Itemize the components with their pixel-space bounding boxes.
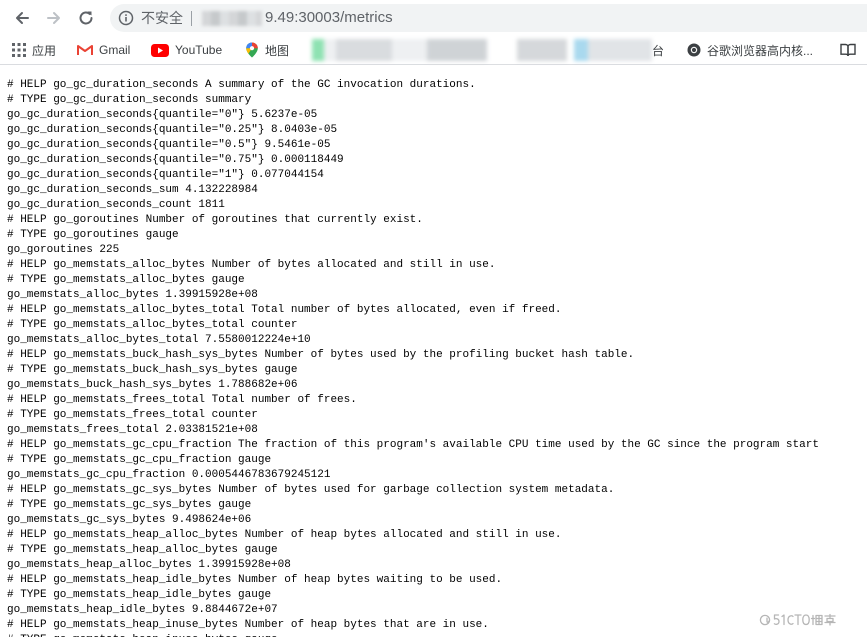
bookmark-chrome-kernel[interactable]: 谷歌浏览器高内核... — [687, 41, 813, 59]
metric-value-line: go_memstats_buck_hash_sys_bytes 1.788682… — [7, 379, 298, 391]
back-arrow-icon — [16, 12, 29, 24]
reload-button[interactable] — [74, 6, 98, 30]
metric-value-line: go_gc_duration_seconds{quantile="0.75"} … — [7, 154, 344, 166]
bookmark-label: Gmail — [99, 43, 131, 57]
metric-comment-line: # TYPE go_memstats_frees_total counter — [7, 409, 258, 421]
metric-comment-line: # TYPE go_memstats_heap_alloc_bytes gaug… — [7, 544, 278, 556]
metric-comment-line: # HELP go_memstats_alloc_bytes_total Tot… — [7, 304, 562, 316]
metric-comment-line: # HELP go_memstats_gc_cpu_fraction The f… — [7, 439, 819, 451]
maps-icon — [245, 42, 259, 58]
metric-value-line: go_memstats_heap_alloc_bytes 1.39915928e… — [7, 559, 291, 571]
chrome-icon — [687, 43, 701, 57]
bookmark-youtube[interactable]: YouTube — [151, 41, 222, 59]
metric-value-line: go_gc_duration_seconds_count 1811 — [7, 199, 225, 211]
metric-comment-line: # HELP go_memstats_alloc_bytes Number of… — [7, 259, 496, 271]
bookmark-partial[interactable]: 台 — [652, 41, 664, 59]
metric-value-line: go_memstats_alloc_bytes 1.39915928e+08 — [7, 289, 258, 301]
metric-value-line: go_goroutines 225 — [7, 244, 120, 256]
metric-comment-line: # HELP go_memstats_heap_inuse_bytes Numb… — [7, 619, 489, 631]
metric-comment-line: # TYPE go_gc_duration_seconds summary — [7, 94, 252, 106]
metric-comment-line: # HELP go_memstats_heap_idle_bytes Numbe… — [7, 574, 503, 586]
reading-list-button[interactable] — [840, 41, 862, 59]
youtube-icon — [151, 43, 169, 57]
metric-comment-line: # TYPE go_memstats_buck_hash_sys_bytes g… — [7, 364, 298, 376]
insecure-label[interactable]: 不安全 — [141, 9, 183, 27]
metric-value-line: go_gc_duration_seconds{quantile="1"} 0.0… — [7, 169, 324, 181]
metric-value-line: go_gc_duration_seconds_sum 4.132228984 — [7, 184, 258, 196]
metric-value-line: go_memstats_heap_idle_bytes 9.8844672e+0… — [7, 604, 278, 616]
metric-value-line: go_memstats_gc_sys_bytes 9.498624e+06 — [7, 514, 252, 526]
bookmark-apps[interactable]: 应用 — [12, 41, 56, 59]
metric-comment-line: # HELP go_memstats_gc_sys_bytes Number o… — [7, 484, 615, 496]
apps-grid-icon — [12, 43, 26, 57]
bookmark-label: 地图 — [265, 43, 290, 58]
bookmarks-bar: 应用 Gmail YouTube 地图 台 谷歌浏览器高内核... — [0, 36, 867, 65]
bookmark-maps[interactable]: 地图 — [245, 41, 289, 59]
redacted-bookmarks — [312, 39, 652, 61]
page-content: # HELP go_gc_duration_seconds A summary … — [0, 65, 867, 637]
metric-value-line: go_memstats_frees_total 2.03381521e+08 — [7, 424, 258, 436]
bookmark-label: YouTube — [175, 43, 223, 57]
url-redacted — [202, 11, 262, 26]
metric-comment-line: # TYPE go_memstats_alloc_bytes_total cou… — [7, 319, 298, 331]
forward-button[interactable] — [42, 6, 66, 30]
address-bar[interactable]: 不安全 9.49:30003/metrics — [110, 4, 867, 32]
bookmark-label: 谷歌浏览器高内核... — [707, 43, 814, 58]
bookmark-label: 台 — [652, 43, 665, 58]
metric-comment-line: # TYPE go_memstats_heap_idle_bytes gauge — [7, 589, 272, 601]
gmail-icon — [77, 44, 93, 56]
back-button[interactable] — [10, 6, 34, 30]
metric-value-line: go_gc_duration_seconds{quantile="0.25"} … — [7, 124, 338, 136]
bookmark-label: 应用 — [32, 43, 57, 58]
browser-toolbar: 不安全 9.49:30003/metrics — [0, 0, 867, 36]
watermark — [759, 611, 859, 629]
metric-comment-line: # TYPE go_memstats_alloc_bytes gauge — [7, 274, 245, 286]
metric-comment-line: # HELP go_memstats_buck_hash_sys_bytes N… — [7, 349, 635, 361]
info-icon[interactable] — [118, 10, 134, 31]
metric-comment-line: # TYPE go_memstats_heap_inuse_bytes gaug… — [7, 633, 867, 637]
metric-comment-line: # HELP go_memstats_heap_alloc_bytes Numb… — [7, 529, 562, 541]
omnibox-separator — [191, 11, 192, 26]
book-icon — [840, 43, 856, 57]
metric-value-line: go_memstats_gc_cpu_fraction 0.0005446783… — [7, 469, 331, 481]
metric-comment-line: # HELP go_gc_duration_seconds A summary … — [7, 79, 476, 91]
url-text[interactable]: 9.49:30003/metrics — [265, 9, 393, 27]
metric-comment-line: # HELP go_goroutines Number of goroutine… — [7, 214, 423, 226]
metric-value-line: go_gc_duration_seconds{quantile="0.5"} 9… — [7, 139, 331, 151]
metric-comment-line: # TYPE go_memstats_gc_sys_bytes gauge — [7, 499, 252, 511]
metrics-text: # HELP go_gc_duration_seconds A summary … — [0, 65, 867, 637]
watermark-51cto — [759, 613, 836, 626]
metric-comment-line: # TYPE go_goroutines gauge — [7, 229, 179, 241]
metric-comment-line: # HELP go_memstats_frees_total Total num… — [7, 394, 357, 406]
bookmark-gmail[interactable]: Gmail — [77, 41, 130, 59]
metric-value-line: go_memstats_alloc_bytes_total 7.55800122… — [7, 334, 311, 346]
forward-arrow-icon — [47, 12, 60, 24]
reload-icon — [79, 11, 93, 25]
metric-value-line: go_gc_duration_seconds{quantile="0"} 5.6… — [7, 109, 318, 121]
metric-comment-line: # TYPE go_memstats_gc_cpu_fraction gauge — [7, 454, 272, 466]
